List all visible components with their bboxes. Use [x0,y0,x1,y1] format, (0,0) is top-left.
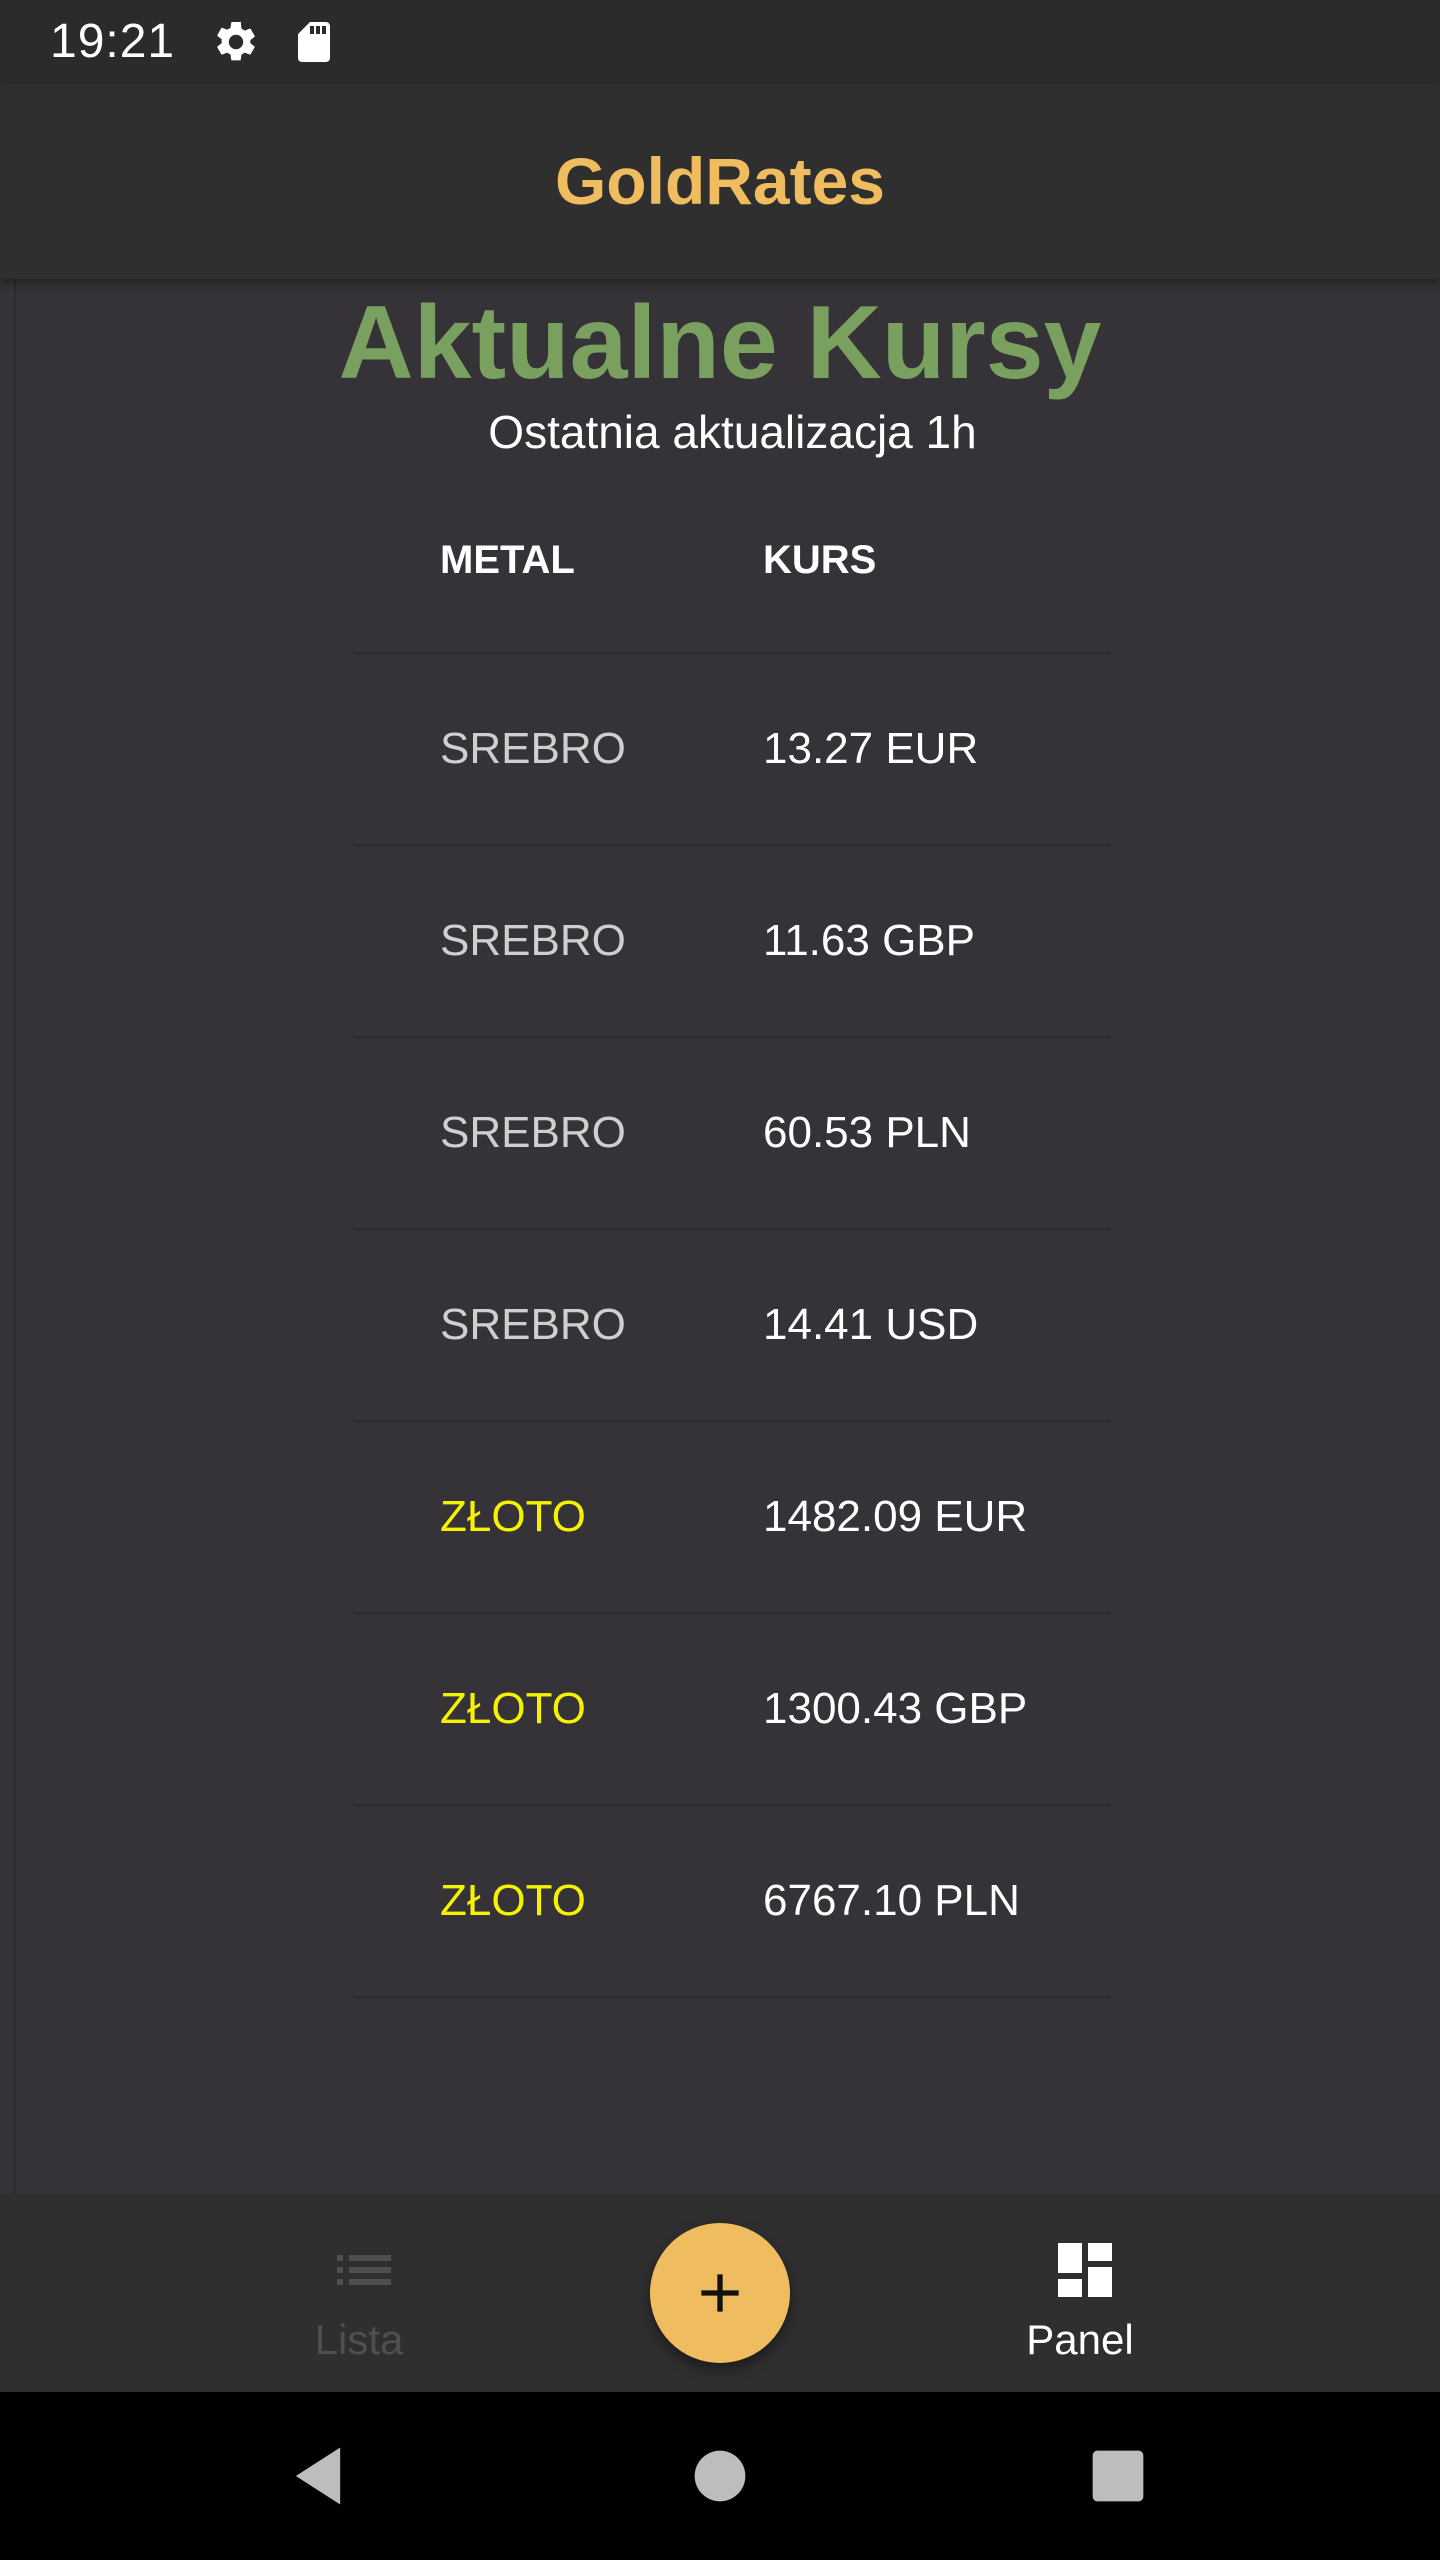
rates-table: METAL KURS SREBRO 13.27 EUR SREBRO 11.63… [355,480,1110,1998]
table-row[interactable]: SREBRO 13.27 EUR [355,654,1110,846]
last-update-text: Ostatnia aktualizacja 1h [488,406,977,458]
dashboard-icon [1058,2243,1112,2297]
metal-cell: ZŁOTO [440,1684,586,1733]
add-button[interactable] [650,2223,790,2363]
column-header-rate[interactable]: KURS [763,532,876,588]
nav-label-lista: Lista [314,2316,404,2363]
rate-cell: 11.63 GBP [763,916,975,965]
status-bar: 19:21 [0,0,1440,84]
status-time: 19:21 [50,15,176,68]
metal-cell: ZŁOTO [440,1492,586,1541]
rate-cell: 6767.10 PLN [763,1876,1020,1925]
metal-cell: ZŁOTO [440,1876,586,1925]
home-icon[interactable] [682,2438,758,2514]
table-row[interactable]: ZŁOTO 1300.43 GBP [355,1614,1110,1806]
rate-cell: 60.53 PLN [763,1108,971,1157]
table-row[interactable]: SREBRO 14.41 USD [355,1230,1110,1422]
list-icon [337,2255,391,2285]
column-header-metal[interactable]: METAL [440,532,575,588]
rate-cell: 13.27 EUR [763,724,979,773]
system-navigation-bar [0,2392,1440,2560]
rate-cell: 1300.43 GBP [763,1684,1028,1733]
metal-cell: SREBRO [440,1108,626,1157]
table-header: METAL KURS [355,480,1110,654]
app-bar: GoldRates [0,84,1440,279]
back-icon[interactable] [280,2438,356,2514]
page-title: Aktualne Kursy [338,285,1102,401]
metal-cell: SREBRO [440,724,626,773]
left-divider [14,279,16,2194]
nav-item-lista[interactable]: Lista [209,2194,509,2392]
table-row[interactable]: SREBRO 60.53 PLN [355,1038,1110,1230]
recents-icon[interactable] [1080,2438,1156,2514]
rate-cell: 1482.09 EUR [763,1492,1028,1541]
nav-label-panel: Panel [1026,2316,1134,2363]
plus-icon [701,2274,739,2312]
metal-cell: SREBRO [440,916,626,965]
nav-item-panel[interactable]: Panel [930,2194,1230,2392]
table-row[interactable]: ZŁOTO 1482.09 EUR [355,1422,1110,1614]
table-row[interactable]: SREBRO 11.63 GBP [355,846,1110,1038]
sd-card-icon [298,22,330,62]
metal-cell: SREBRO [440,1300,626,1349]
gear-icon [217,21,255,61]
rate-cell: 14.41 USD [763,1300,979,1349]
app-title: GoldRates [554,144,886,218]
table-row[interactable]: ZŁOTO 6767.10 PLN [355,1806,1110,1998]
